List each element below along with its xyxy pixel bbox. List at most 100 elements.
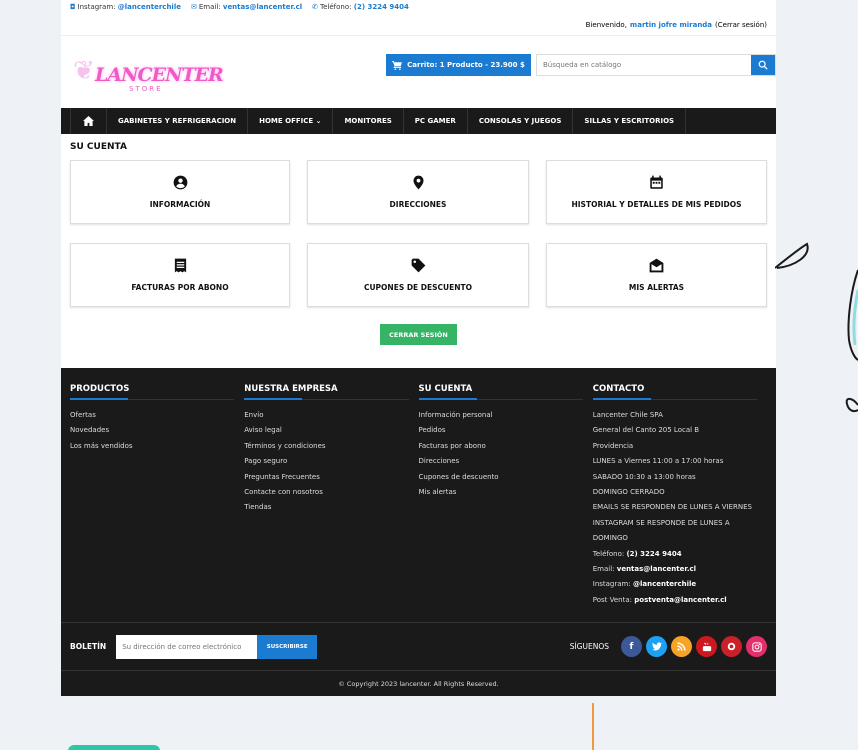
nav-item-sillas[interactable]: SILLAS Y ESCRITORIOS [573,108,687,134]
footer-link[interactable]: Preguntas Frecuentes [244,470,408,485]
footer-link[interactable]: Cupones de descuento [419,470,583,485]
nav-item-consolas[interactable]: CONSOLAS Y JUEGOS [468,108,574,134]
shopping-cart-icon [392,60,403,70]
search-icon [758,60,768,70]
search-button[interactable] [751,55,775,75]
contact-line: INSTAGRAM SE RESPONDE DE LUNES A [592,518,730,527]
footer-link[interactable]: Direcciones [419,454,583,469]
footer-link[interactable]: Contacte con nosotros [244,485,408,500]
footer-col-contacto: CONTACTO Lancenter Chile SPA General del… [592,384,767,608]
location-pin-icon [413,175,423,190]
footer-link[interactable]: Tiendas [244,500,408,515]
footer-heading: PRODUCTOS [70,384,235,400]
footer-heading: SU CUENTA [418,384,583,400]
footer-link[interactable]: Envío [244,408,408,423]
instagram-contact[interactable]: ◘ Instagram: @lancenterchile [70,3,181,11]
tile-cupones[interactable]: CUPONES DE DESCUENTO [307,243,529,307]
pinterest-icon[interactable] [721,636,742,657]
logout-link[interactable]: (Cerrar sesión) [715,21,767,29]
email-contact[interactable]: ✉ Email: ventas@lancenter.cl [191,3,302,11]
user-bar: Bienvenido, martin jofre miranda (Cerrar… [61,14,776,36]
search-input[interactable] [537,55,751,75]
footer-link[interactable]: Términos y condiciones [244,439,408,454]
contact-line: DOMINGO [592,534,628,543]
phone-icon: ✆ [312,3,319,11]
phone-contact[interactable]: ✆ Teléfono: (2) 3224 9404 [312,3,409,11]
logout-button[interactable]: CERRAR SESIÓN [380,324,457,345]
social-links: SÍGUENOS f [570,636,767,657]
envelope-icon: ✉ [190,3,197,11]
nav-item-gabinetes[interactable]: GABINETES Y REFRIGERACION [107,108,249,134]
store-logo[interactable]: ❦ LANCENTER STORE [73,54,224,96]
copyright: © Copyright 2023 lancenter. All Rights R… [61,670,776,696]
site-header: ❦ LANCENTER STORE Carrito: 1 Producto - … [61,36,776,108]
calendar-icon [650,175,663,189]
cart-button[interactable]: Carrito: 1 Producto - 23.900 $ [386,54,531,76]
contact-line: SABADO 10:30 a 13:00 horas [592,472,696,481]
contact-line: General del Canto 205 Local B [592,426,700,435]
site-footer: PRODUCTOS Ofertas Novedades Los más vend… [61,368,776,696]
decorative-line [592,703,594,750]
rss-icon[interactable] [671,636,692,657]
newsletter-label: BOLETÍN [70,642,107,651]
contact-instagram: Instagram: @lancenterchile [592,580,697,589]
nav-item-pc-gamer[interactable]: PC GAMER [404,108,468,134]
nav-item-home-office[interactable]: HOME OFFICE ⌄ [248,108,334,134]
footer-columns: PRODUCTOS Ofertas Novedades Los más vend… [61,368,776,608]
footer-col-cuenta: SU CUENTA Información personal Pedidos F… [418,384,593,608]
tile-alertas[interactable]: MIS ALERTAS [546,243,767,307]
footer-col-empresa: NUESTRA EMPRESA Envío Aviso legal Términ… [244,384,418,608]
tile-facturas[interactable]: FACTURAS POR ABONO [70,243,290,307]
contact-line: DOMINGO CERRADO [592,488,665,497]
user-name-link[interactable]: martin jofre miranda [630,21,712,29]
subscribe-button[interactable]: SUSCRIBIRSE [257,634,318,659]
tile-direcciones[interactable]: DIRECCIONES [307,160,529,224]
social-label: SÍGUENOS [569,642,609,651]
footer-link[interactable]: Aviso legal [244,423,408,438]
newsletter-form: SUSCRIBIRSE [116,634,318,659]
footer-link[interactable]: Facturas por abono [419,439,583,454]
home-icon [83,116,94,126]
contact-line: LUNES a Viernes 11:00 a 17:00 horas [592,457,724,466]
contact-postventa: Post Venta: postventa@lancenter.cl [592,595,727,604]
tile-historial[interactable]: HISTORIAL Y DETALLES DE MIS PEDIDOS [546,160,767,224]
footer-link[interactable]: Pedidos [419,423,583,438]
footer-link-ofertas[interactable]: Ofertas [70,408,234,423]
contact-email: Email: ventas@lancenter.cl [592,565,697,574]
footer-link[interactable]: Mis alertas [419,485,583,500]
twitter-icon[interactable] [646,636,667,657]
tile-informacion[interactable]: INFORMACIÓN [70,160,290,224]
decorative-swirl-icon [775,242,858,413]
footer-link[interactable]: Pago seguro [244,454,408,469]
search-box [536,54,776,76]
receipt-icon [174,258,186,273]
main-nav: GABINETES Y REFRIGERACION HOME OFFICE ⌄ … [61,108,776,134]
newsletter-email-input[interactable] [116,634,258,659]
page-container: ◘ Instagram: @lancenterchile ✉ Email: vent… [61,0,776,696]
open-envelope-icon [649,258,664,273]
top-contact-bar: ◘ Instagram: @lancenterchile ✉ Email: vent… [61,0,776,14]
account-tiles: INFORMACIÓN DIRECCIONES HISTORIAL Y DETA… [70,160,767,307]
account-circle-icon [173,175,187,190]
contact-line: Providencia [592,441,634,450]
page-title: SU CUENTA [70,142,127,152]
footer-link-mas-vendidos[interactable]: Los más vendidos [70,439,234,454]
nav-home[interactable] [70,108,107,134]
youtube-icon[interactable] [696,636,717,657]
footer-link[interactable]: Información personal [419,408,583,423]
decorative-shape [68,745,160,750]
account-content: SU CUENTA INFORMACIÓN DIRECCIONES HISTOR… [61,134,776,368]
contact-phone: Teléfono: (2) 3224 9404 [592,549,682,558]
nav-item-monitores[interactable]: MONITORES [333,108,404,134]
footer-link-novedades[interactable]: Novedades [70,423,234,438]
footer-col-productos: PRODUCTOS Ofertas Novedades Los más vend… [70,384,244,608]
tag-icon [411,258,425,273]
contact-line: EMAILS SE RESPONDEN DE LUNES A VIERNES [592,503,752,512]
bunny-logo-icon: ❦ [73,56,95,86]
contact-line: Lancenter Chile SPA [592,411,663,419]
facebook-icon[interactable]: f [621,636,642,657]
footer-heading: CONTACTO [592,384,757,400]
instagram-icon[interactable] [746,636,767,657]
newsletter-social-bar: BOLETÍN SUSCRIBIRSE SÍGUENOS f [61,622,776,670]
footer-heading: NUESTRA EMPRESA [244,384,409,400]
